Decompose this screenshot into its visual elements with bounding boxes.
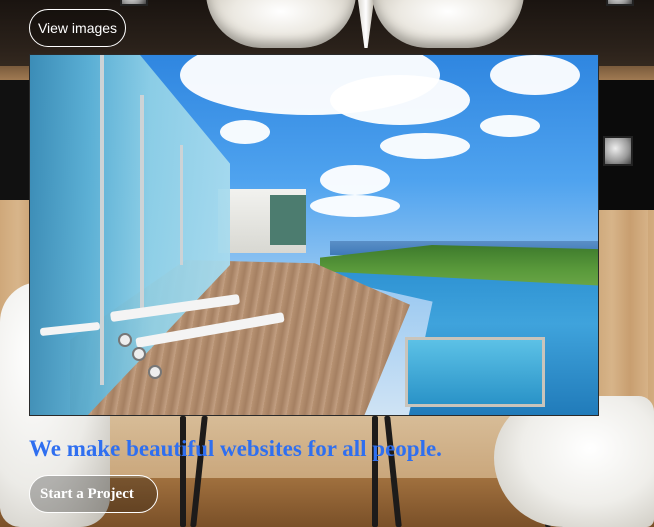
cloud [310,195,400,217]
wall-art [606,0,634,6]
wall-art [120,0,148,6]
house-window [270,195,306,245]
wall-art [603,136,633,166]
cloud [220,120,270,144]
window-frame [100,55,104,385]
lounger-wheel [148,365,162,379]
view-images-button[interactable]: View images [29,9,126,47]
chair-leg [372,416,378,527]
headline: We make beautiful websites for all peopl… [29,436,442,461]
window-frame [140,95,144,315]
cloud [330,75,470,125]
hero-photo [29,54,599,416]
cloud [320,165,390,195]
start-project-button[interactable]: Start a Project [29,475,158,513]
cloud [380,133,470,159]
chair-leg [180,416,186,527]
cloud [480,115,540,137]
dark-panel-left [0,80,30,200]
lounger-wheel [132,347,146,361]
cloud [490,55,580,95]
spa-pool [405,337,545,407]
window-frame [180,145,183,265]
lounger-wheel [118,333,132,347]
